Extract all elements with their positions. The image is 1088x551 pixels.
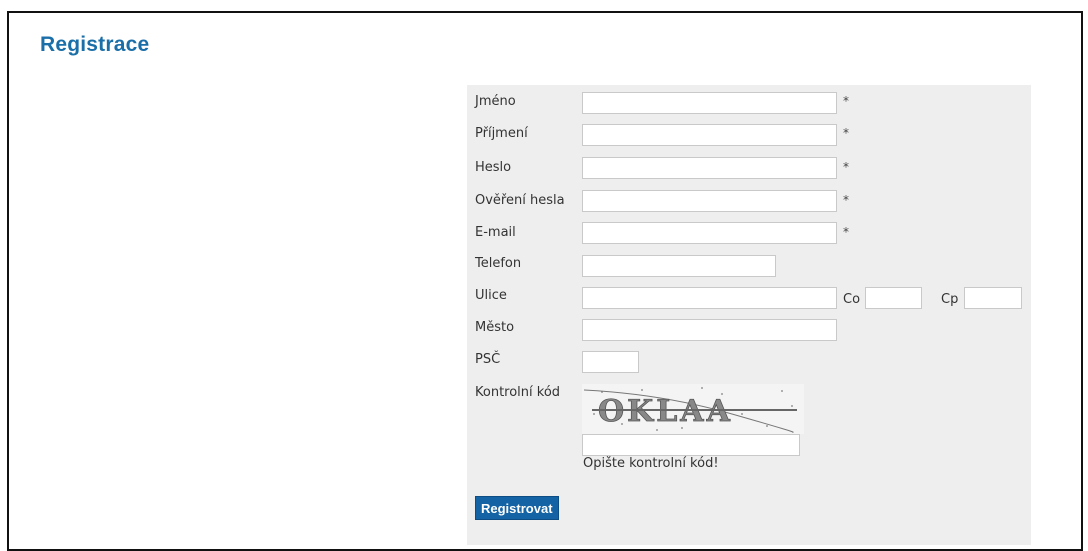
first-name-input[interactable] [582,92,837,114]
register-button[interactable]: Registrovat [475,496,559,520]
password-confirm-required-mark: * [843,193,849,207]
page-title: Registrace [40,33,150,56]
co-input[interactable] [865,287,922,309]
captcha-hint: Opište kontrolní kód! [583,456,719,471]
last-name-required-mark: * [843,126,849,140]
street-input[interactable] [582,287,837,309]
captcha-input[interactable] [582,434,800,456]
cp-input[interactable] [964,287,1022,309]
city-input[interactable] [582,319,837,341]
first-name-required-mark: * [843,94,849,108]
city-label: Město [475,320,515,335]
captcha-image: OKLAA [582,384,804,434]
phone-input[interactable] [582,255,776,277]
captcha-label: Kontrolní kód [475,385,561,400]
email-input[interactable] [582,222,837,244]
street-label: Ulice [475,288,507,303]
password-required-mark: * [843,160,849,174]
password-confirm-label: Ověření hesla [475,193,565,208]
last-name-label: Příjmení [475,126,528,141]
email-required-mark: * [843,225,849,239]
first-name-label: Jméno [475,94,516,109]
cp-label: Cp [941,292,959,307]
last-name-input[interactable] [582,124,837,146]
phone-label: Telefon [475,256,522,271]
password-input[interactable] [582,157,837,179]
email-label: E-mail [475,225,516,240]
zip-label: PSČ [475,352,501,367]
password-label: Heslo [475,160,512,175]
co-label: Co [843,292,861,307]
registration-form-panel [467,85,1031,545]
captcha-text: OKLAA [598,394,733,429]
password-confirm-input[interactable] [582,190,837,212]
zip-input[interactable] [582,351,639,373]
